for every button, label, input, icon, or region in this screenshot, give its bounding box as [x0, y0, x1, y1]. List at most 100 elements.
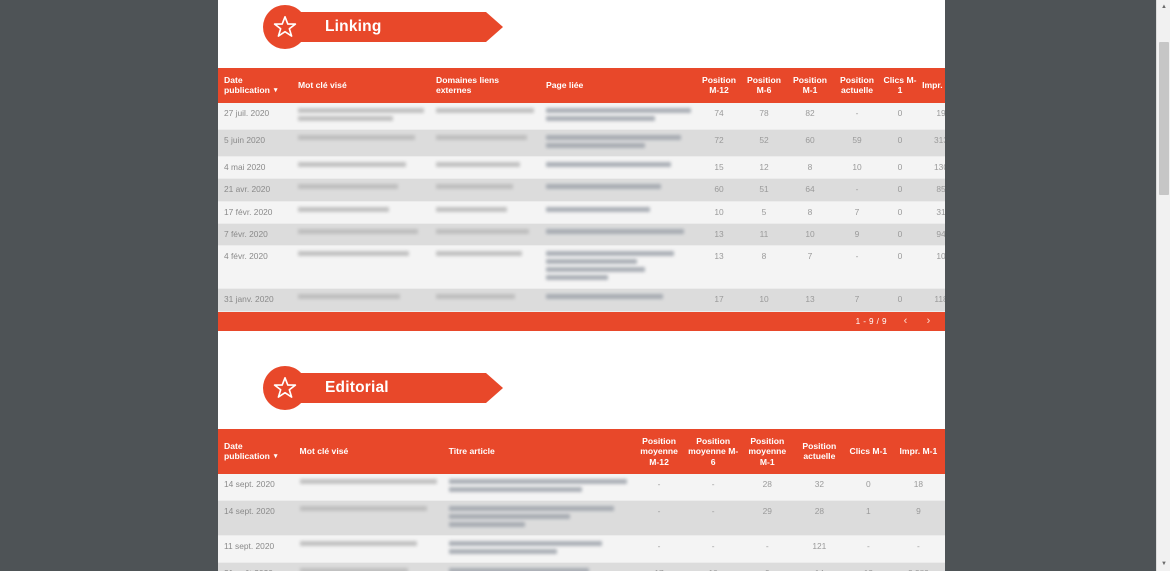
table-row[interactable]: 21 avr. 2020 60 51 64-0 85	[218, 178, 945, 202]
cell-position-actuelle: 10	[833, 156, 881, 180]
cell-clics-m1: 0	[881, 102, 919, 130]
section-title-linking: Linking	[325, 18, 382, 35]
cell-position-moyenne-m6: -	[685, 474, 741, 502]
section-editorial: Editorial Date publication ▾ Mot clé visé	[218, 361, 945, 571]
cell-mot-cle-vise	[292, 245, 430, 290]
table-header-row-linking: Date publication ▾ Mot clé visé Domaines …	[218, 68, 945, 103]
cell-clics-m1: 1	[844, 500, 892, 537]
cell-position-moyenne-m12: -	[632, 535, 686, 564]
cell-titre-article	[442, 562, 633, 571]
cell-clics-m1: 0	[844, 474, 892, 502]
table-linking: Date publication ▾ Mot clé visé Domaines …	[218, 68, 945, 312]
col-header-position-m1[interactable]: Position M-1	[787, 68, 833, 103]
banner-spacer	[218, 415, 945, 429]
cell-clics-m1: 0	[881, 288, 919, 312]
banner-ribbon-linking: Linking	[293, 12, 503, 42]
col-header-page-liee[interactable]: Page liée	[540, 68, 697, 103]
table-row[interactable]: 4 mai 2020 15128100130	[218, 156, 945, 180]
redacted-content	[448, 506, 627, 528]
cell-clics-m1: 0	[881, 129, 919, 157]
pagination-count: 1 - 9 / 9	[855, 316, 887, 326]
cell-clics-m1: 0	[881, 156, 919, 180]
col-header-clics-m1[interactable]: Clics M-1	[844, 428, 892, 475]
scrollbar-thumb[interactable]	[1159, 42, 1169, 195]
col-header-domaines-liens-externes[interactable]: Domaines liens externes	[430, 68, 540, 103]
redacted-content	[299, 506, 437, 512]
col-header-position-actuelle[interactable]: Position actuelle	[833, 68, 881, 103]
col-header-impr-m1[interactable]: Impr. M-1	[919, 68, 945, 103]
pagination-linking: 1 - 9 / 9 ‹ ›	[218, 311, 945, 331]
redacted-content	[298, 229, 424, 234]
section-banner-linking: Linking	[263, 0, 945, 54]
redacted-content	[298, 206, 424, 212]
redacted-content	[298, 134, 424, 140]
cell-domaines-liens-externes	[430, 245, 540, 290]
scroll-up-arrow-icon[interactable]: ▲	[1157, 0, 1170, 14]
star-icon	[263, 5, 307, 49]
col-header-position-moyenne-m1[interactable]: Position moyenne M-1	[740, 428, 794, 475]
table-row[interactable]: 27 juil. 2020 74 78 82-0 19	[218, 102, 945, 130]
cell-date-publication: 5 juin 2020	[218, 129, 292, 157]
col-header-position-m12[interactable]: Position M-12	[697, 68, 741, 103]
chevron-right-icon[interactable]: ›	[924, 315, 933, 327]
cell-titre-article	[442, 500, 633, 537]
cell-date-publication: 14 sept. 2020	[218, 474, 294, 502]
cell-impr-m1: 2 289	[891, 562, 945, 571]
cell-position-m6: 52	[741, 129, 787, 157]
table-row[interactable]: 31 août 2020 1710914132 289	[218, 562, 945, 571]
col-header-mot-cle-vise[interactable]: Mot clé visé	[293, 428, 443, 475]
sort-descending-caret[interactable]: ▾	[274, 87, 278, 96]
table-row[interactable]: 14 sept. 2020- -29 28 1 9	[218, 500, 945, 537]
table-row[interactable]: 17 févr. 2020 10 5 8 7 0 31	[218, 201, 945, 225]
col-header-position-actuelle[interactable]: Position actuelle	[793, 428, 845, 475]
redacted-content	[298, 294, 424, 300]
redacted-content	[436, 134, 534, 140]
cell-page-liee	[540, 201, 697, 225]
cell-position-m12: 13	[697, 245, 741, 290]
col-header-position-moyenne-m6[interactable]: Position moyenne M-6	[685, 428, 741, 475]
redacted-content	[299, 479, 437, 485]
col-header-impr-m1[interactable]: Impr. M-1	[891, 428, 945, 475]
redacted-content	[298, 107, 424, 121]
cell-date-publication: 21 avr. 2020	[218, 178, 292, 202]
redacted-content	[436, 206, 534, 212]
sort-descending-caret[interactable]: ▾	[274, 453, 278, 462]
cell-position-m12: 17	[697, 288, 741, 312]
table-row[interactable]: 31 janv. 2020 17101370118	[218, 288, 945, 312]
chevron-left-icon[interactable]: ‹	[901, 315, 910, 327]
col-header-date-publication[interactable]: Date publication ▾	[218, 428, 294, 475]
cell-position-actuelle: 28	[793, 500, 845, 537]
table-row[interactable]: 7 févr. 2020 13 11 10 9 0 94	[218, 223, 945, 247]
cell-mot-cle-vise	[292, 129, 430, 157]
cell-position-moyenne-m1: 28	[740, 474, 794, 502]
cell-position-m12: 15	[697, 156, 741, 180]
vertical-scrollbar[interactable]: ▲ ▼	[1156, 0, 1170, 571]
cell-clics-m1: 0	[881, 245, 919, 290]
table-row[interactable]: 14 sept. 2020- -28 32 0 18	[218, 474, 945, 502]
cell-mot-cle-vise	[292, 178, 430, 202]
cell-position-actuelle: -	[833, 102, 881, 130]
col-header-clics-m1[interactable]: Clics M-1	[881, 68, 919, 103]
table-row[interactable]: 5 juin 2020 725260590313	[218, 129, 945, 157]
cell-page-liee	[540, 288, 697, 312]
cell-position-m6: 12	[741, 156, 787, 180]
star-icon	[263, 365, 307, 410]
table-row[interactable]: 11 sept. 2020- - -121- -	[218, 535, 945, 564]
cell-mot-cle-vise	[293, 562, 443, 571]
col-header-mot-cle-vise[interactable]: Mot clé visé	[292, 68, 430, 103]
scroll-down-arrow-icon[interactable]: ▼	[1157, 557, 1170, 571]
cell-mot-cle-vise	[292, 156, 430, 180]
table-body-editorial: 14 sept. 2020- -28 32 0 18 14 sept. 2020- -29 2…	[218, 474, 945, 571]
col-header-position-moyenne-m12[interactable]: Position moyenne M-12	[632, 428, 686, 475]
cell-mot-cle-vise	[293, 474, 443, 502]
cell-position-moyenne-m1: -	[740, 535, 794, 564]
col-header-date-publication[interactable]: Date publication ▾	[218, 68, 292, 103]
table-row[interactable]: 4 févr. 2020 13 8 7-0 10	[218, 245, 945, 290]
col-header-titre-article[interactable]: Titre article	[442, 428, 633, 475]
col-header-position-m6[interactable]: Position M-6	[741, 68, 787, 103]
cell-position-m1: 64	[787, 178, 833, 202]
cell-position-actuelle: 9	[833, 223, 881, 247]
cell-position-actuelle: 14	[793, 562, 845, 571]
cell-position-moyenne-m6: -	[685, 500, 741, 537]
